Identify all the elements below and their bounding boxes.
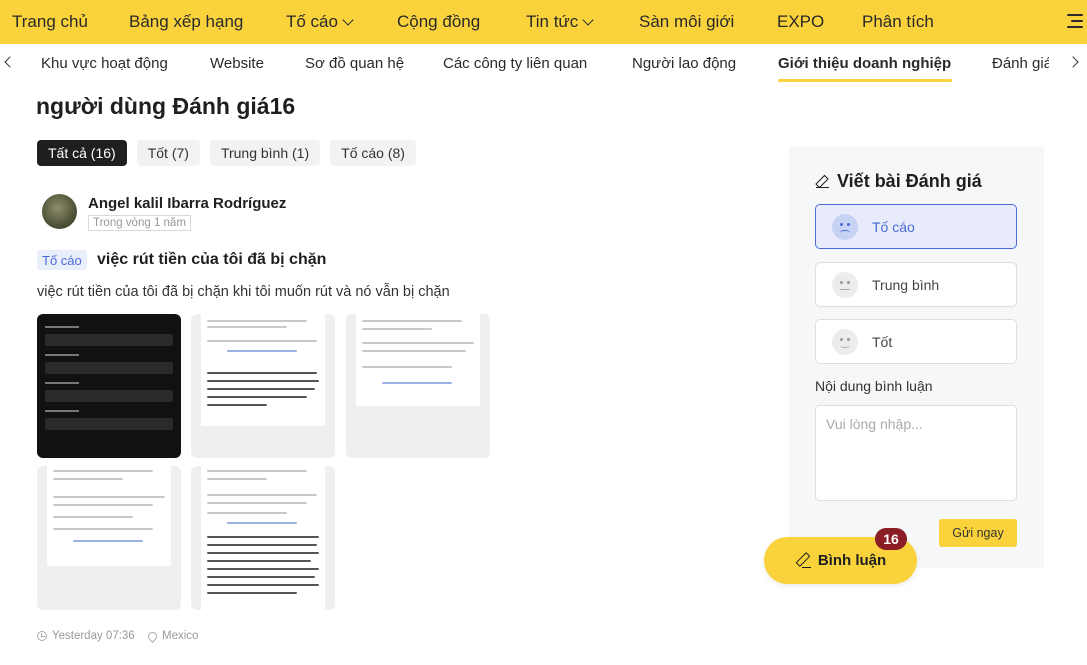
nav-home[interactable]: Trang chủ	[12, 0, 88, 44]
write-review-panel: Viết bài Đánh giá Tố cáo Trung bình Tốt …	[789, 146, 1044, 568]
review-image-2[interactable]	[191, 314, 335, 458]
nav-analysis[interactable]: Phân tích	[862, 0, 934, 44]
menu-icon[interactable]	[1067, 14, 1083, 30]
sub-navigation: Khu vực hoạt động Website Sơ đồ quan hệ …	[0, 44, 1087, 84]
nav-complaints[interactable]: Tố cáo	[286, 0, 354, 44]
nav-community[interactable]: Cộng đồng	[397, 0, 480, 44]
review-title: việc rút tiền của tôi đã bị chặn	[97, 251, 327, 268]
review-body: việc rút tiền của tôi đã bị chặn khi tôi…	[37, 284, 450, 300]
sad-face-icon	[832, 213, 858, 240]
comment-count-badge: 16	[875, 528, 907, 550]
tab-relationship-map[interactable]: Sơ đồ quan hệ	[305, 44, 404, 82]
tab-reviews[interactable]: Đánh giá	[992, 44, 1049, 82]
location-pin-icon	[146, 629, 159, 643]
tab-related-companies[interactable]: Các công ty liên quan	[443, 44, 587, 82]
nav-rankings[interactable]: Bảng xếp hạng	[129, 0, 243, 44]
chevron-right-icon[interactable]	[1067, 56, 1079, 68]
send-button[interactable]: Gửi ngay	[939, 519, 1017, 547]
rating-option-good[interactable]: Tốt	[815, 319, 1017, 364]
review-image-1[interactable]	[37, 314, 181, 458]
tab-employees[interactable]: Người lao động	[632, 44, 736, 82]
nav-expo[interactable]: EXPO	[777, 0, 824, 44]
chevron-left-icon[interactable]	[4, 56, 16, 68]
tab-company-intro[interactable]: Giới thiệu doanh nghiệp	[778, 44, 951, 82]
filter-complaint[interactable]: Tố cáo (8)	[330, 140, 416, 166]
panel-title: Viết bài Đánh giá	[816, 171, 982, 192]
review-location: Mexico	[146, 629, 198, 643]
happy-face-icon	[832, 328, 858, 355]
review-time-ago: Trong vòng 1 năm	[88, 215, 191, 231]
clock-icon	[37, 631, 47, 641]
review-filters: Tất cả (16) Tốt (7) Trung bình (1) Tố cá…	[37, 140, 416, 166]
tab-website[interactable]: Website	[210, 44, 264, 82]
review-image-4[interactable]	[37, 466, 181, 610]
nav-brokers[interactable]: Sàn môi giới	[639, 0, 734, 44]
review-type-badge: Tố cáo	[37, 250, 87, 270]
top-navigation: Trang chủ Bảng xếp hạng Tố cáo Cộng đồng…	[0, 0, 1087, 44]
filter-average[interactable]: Trung bình (1)	[209, 140, 321, 166]
chevron-down-icon	[582, 13, 594, 26]
review-timestamp: Yesterday 07:36	[37, 630, 135, 642]
pencil-icon	[816, 175, 829, 189]
comment-label: Nội dung bình luận	[815, 378, 933, 394]
chevron-down-icon	[342, 13, 354, 26]
filter-good[interactable]: Tốt (7)	[136, 140, 200, 166]
nav-news[interactable]: Tin tức	[526, 0, 594, 44]
review-image-3[interactable]	[346, 314, 490, 458]
avatar[interactable]	[42, 194, 77, 229]
tab-activity-area[interactable]: Khu vực hoạt động	[41, 44, 168, 82]
review-author[interactable]: Angel kalil Ibarra Rodríguez	[88, 195, 286, 212]
edit-icon	[795, 553, 811, 569]
rating-option-average[interactable]: Trung bình	[815, 262, 1017, 307]
review-image-5[interactable]	[191, 466, 335, 610]
neutral-face-icon	[832, 271, 858, 298]
page-title: người dùng Đánh giá16	[36, 93, 296, 119]
rating-option-complaint[interactable]: Tố cáo	[815, 204, 1017, 249]
comment-input[interactable]	[815, 405, 1017, 501]
filter-all[interactable]: Tất cả (16)	[37, 140, 127, 166]
active-tab-indicator	[778, 79, 952, 82]
